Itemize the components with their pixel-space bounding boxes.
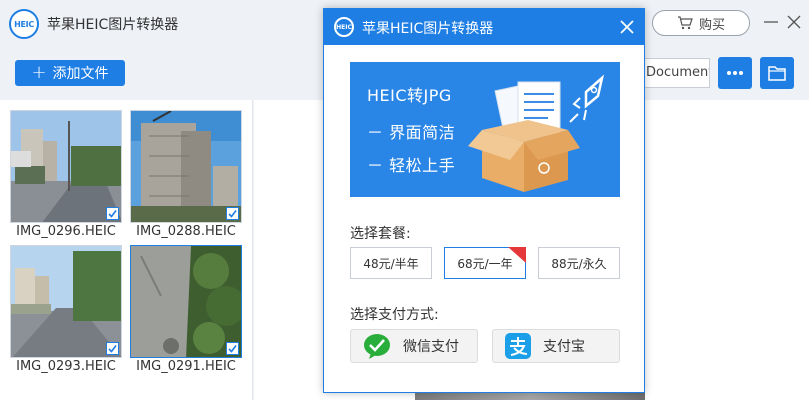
checkbox-icon[interactable] xyxy=(106,207,119,220)
ellipsis-icon xyxy=(727,71,743,75)
box-rocket-illustration xyxy=(468,74,605,192)
plan-one-year-button[interactable]: 68元/一年 xyxy=(444,247,526,279)
plan-price: 88元/永久 xyxy=(551,256,607,271)
file-name: IMG_0288.HEIC xyxy=(136,224,236,239)
buy-button[interactable]: 购买 xyxy=(652,10,750,36)
file-thumbnail[interactable] xyxy=(130,110,242,223)
add-file-label: 添加文件 xyxy=(52,66,109,82)
plan-price: 48元/半年 xyxy=(363,256,419,271)
hot-ribbon-icon xyxy=(508,247,526,263)
file-name: IMG_0291.HEIC xyxy=(136,359,236,374)
alipay-icon xyxy=(505,333,531,359)
wechat-pay-button[interactable]: 微信支付 xyxy=(350,329,478,363)
open-folder-button[interactable] xyxy=(760,57,794,89)
more-options-button[interactable] xyxy=(718,57,752,89)
app-title: 苹果HEIC图片转换器 xyxy=(47,17,179,33)
file-thumbnail[interactable] xyxy=(10,110,122,223)
checkbox-icon[interactable] xyxy=(106,342,119,355)
dialog-logo-icon: HEIC xyxy=(334,17,354,37)
promo-banner: HEIC转JPG － 界面简洁 － 轻松上手 xyxy=(350,62,620,197)
file-thumbnail[interactable] xyxy=(10,245,122,358)
checkbox-icon[interactable] xyxy=(226,207,239,220)
close-window-icon[interactable] xyxy=(785,13,803,31)
preview-image xyxy=(415,392,645,400)
wechat-pay-label: 微信支付 xyxy=(403,339,459,355)
payment-label: 选择支付方式: xyxy=(350,307,439,323)
purchase-dialog: HEIC 苹果HEIC图片转换器 HEIC转JPG － 界面简洁 － 轻松上手 xyxy=(323,8,645,393)
alipay-label: 支付宝 xyxy=(543,339,585,355)
dialog-title: 苹果HEIC图片转换器 xyxy=(362,21,494,37)
file-name: IMG_0293.HEIC xyxy=(16,359,116,374)
box-icon xyxy=(468,120,580,192)
rocket-icon xyxy=(569,74,605,123)
folder-icon xyxy=(768,66,786,81)
wechat-icon xyxy=(364,334,390,359)
banner-line-3: － 轻松上手 xyxy=(367,156,456,175)
plan-half-year-button[interactable]: 48元/半年 xyxy=(350,247,432,279)
banner-line-2: － 界面简洁 xyxy=(367,123,456,142)
checkbox-icon[interactable] xyxy=(226,342,239,355)
plan-lifetime-button[interactable]: 88元/永久 xyxy=(538,247,620,279)
output-path-field[interactable]: Documents xyxy=(638,58,710,88)
file-name: IMG_0296.HEIC xyxy=(16,224,116,239)
app-logo-icon: HEIC xyxy=(9,9,39,39)
dialog-header: HEIC 苹果HEIC图片转换器 xyxy=(324,9,644,45)
plus-icon: + xyxy=(31,62,47,83)
file-thumbnail[interactable] xyxy=(130,245,242,358)
cart-icon xyxy=(677,16,693,30)
buy-label: 购买 xyxy=(698,17,725,33)
alipay-button[interactable]: 支付宝 xyxy=(492,329,620,363)
banner-line-1: HEIC转JPG xyxy=(367,86,452,105)
close-icon[interactable] xyxy=(618,18,636,36)
plan-label: 选择套餐: xyxy=(350,226,411,242)
add-file-button[interactable]: + 添加文件 xyxy=(15,60,125,86)
minimize-icon[interactable] xyxy=(762,13,780,31)
